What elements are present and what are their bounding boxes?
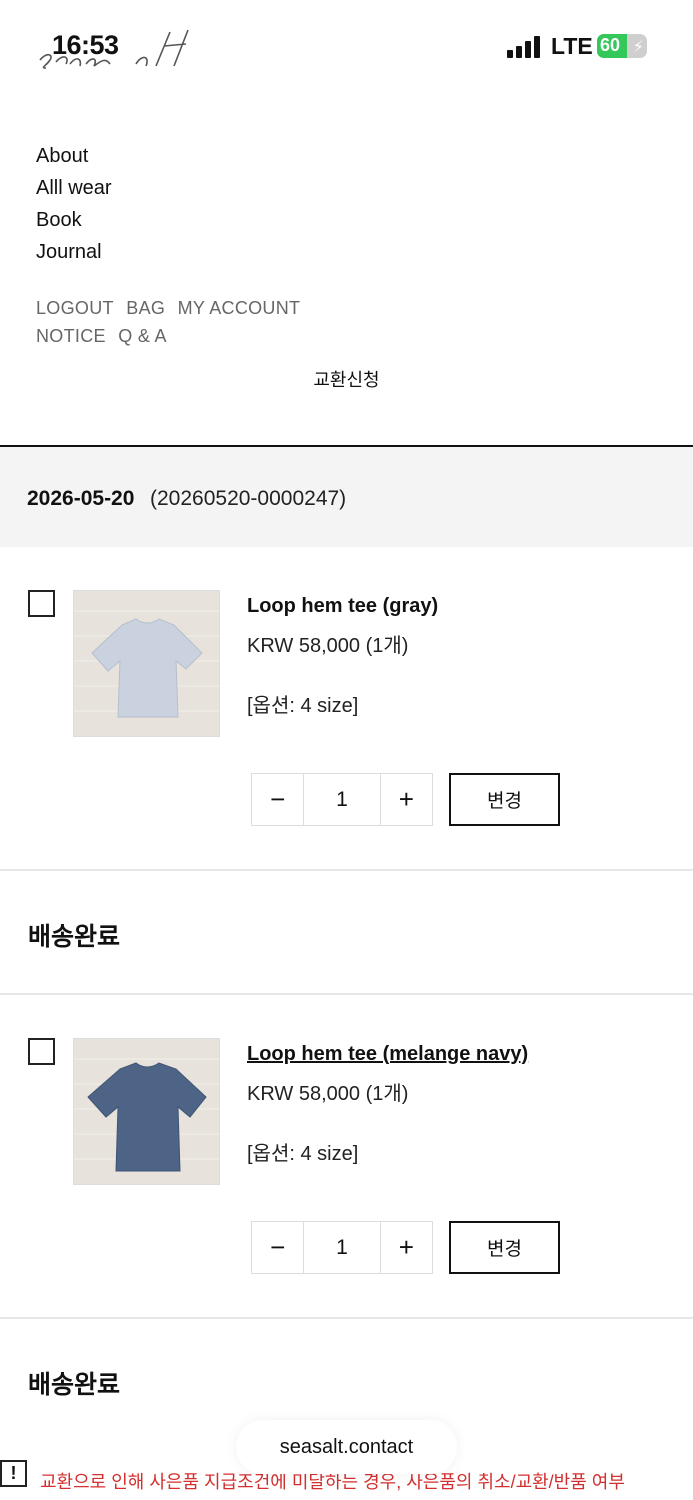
change-button[interactable]: 변경 bbox=[449, 773, 560, 826]
order-item: Loop hem tee (melange navy) KRW 58,000 (… bbox=[0, 995, 693, 1443]
product-thumbnail[interactable] bbox=[73, 590, 220, 737]
product-name[interactable]: Loop hem tee (gray) bbox=[247, 595, 438, 618]
browser-url-bar[interactable]: seasalt.contact bbox=[236, 1420, 457, 1474]
item-select-checkbox[interactable] bbox=[28, 590, 55, 617]
charging-bolt-icon: ⚡ bbox=[632, 39, 644, 56]
cellular-signal-icon bbox=[507, 36, 540, 58]
product-name[interactable]: Loop hem tee (melange navy) bbox=[247, 1043, 528, 1066]
page-title: 교환신청 bbox=[313, 370, 380, 390]
order-date: 2026-05-20 bbox=[27, 487, 135, 510]
my-account-link[interactable]: MY ACCOUNT bbox=[178, 294, 301, 322]
increase-quantity-button[interactable]: + bbox=[381, 1222, 432, 1273]
battery-percent: 60 bbox=[600, 35, 621, 55]
bag-link[interactable]: BAG bbox=[126, 294, 165, 322]
order-header: 2026-05-20 (20260520-0000247) bbox=[0, 447, 693, 547]
divider bbox=[0, 1317, 693, 1319]
decrease-quantity-button[interactable]: − bbox=[252, 1222, 303, 1273]
product-option: [옵션: 4 size] bbox=[247, 695, 359, 717]
nav-item-alll-wear[interactable]: Alll wear bbox=[36, 172, 112, 204]
utility-links: LOGOUT BAG MY ACCOUNT NOTICE Q & A bbox=[36, 294, 356, 350]
tshirt-image bbox=[74, 591, 219, 736]
nav-item-journal[interactable]: Journal bbox=[36, 236, 112, 268]
utility-row-2: NOTICE Q & A bbox=[36, 322, 356, 350]
item-select-checkbox[interactable] bbox=[28, 1038, 55, 1065]
order-number: (20260520-0000247) bbox=[150, 487, 347, 510]
qna-link[interactable]: Q & A bbox=[118, 322, 167, 350]
shipping-status: 배송완료 bbox=[28, 1371, 121, 1399]
main-nav: About Alll wear Book Journal bbox=[36, 140, 112, 268]
clock: 16:53 bbox=[52, 30, 119, 60]
tshirt-image bbox=[74, 1039, 219, 1184]
decrease-quantity-button[interactable]: − bbox=[252, 774, 303, 825]
notice-link[interactable]: NOTICE bbox=[36, 322, 106, 350]
change-button[interactable]: 변경 bbox=[449, 1221, 560, 1274]
utility-row-1: LOGOUT BAG MY ACCOUNT bbox=[36, 294, 356, 322]
shipping-status: 배송완료 bbox=[28, 923, 121, 951]
increase-quantity-button[interactable]: + bbox=[381, 774, 432, 825]
alert-icon: ! bbox=[0, 1460, 27, 1487]
nav-item-about[interactable]: About bbox=[36, 140, 112, 172]
network-type: LTE bbox=[551, 33, 593, 59]
product-option: [옵션: 4 size] bbox=[247, 1143, 359, 1165]
product-price: KRW 58,000 (1개) bbox=[247, 635, 409, 657]
product-thumbnail[interactable] bbox=[73, 1038, 220, 1185]
quantity-stepper: − 1 + bbox=[251, 773, 433, 826]
battery-icon: 60 ⚡ bbox=[597, 34, 647, 58]
logout-link[interactable]: LOGOUT bbox=[36, 294, 114, 322]
status-bar: 16:53 LTE 60 ⚡ bbox=[0, 0, 693, 92]
product-price: KRW 58,000 (1개) bbox=[247, 1083, 409, 1105]
order-item: Loop hem tee (gray) KRW 58,000 (1개) [옵션:… bbox=[0, 547, 693, 995]
quantity-input[interactable]: 1 bbox=[303, 1222, 381, 1273]
nav-item-book[interactable]: Book bbox=[36, 204, 112, 236]
divider bbox=[0, 869, 693, 871]
quantity-stepper: − 1 + bbox=[251, 1221, 433, 1274]
quantity-input[interactable]: 1 bbox=[303, 774, 381, 825]
